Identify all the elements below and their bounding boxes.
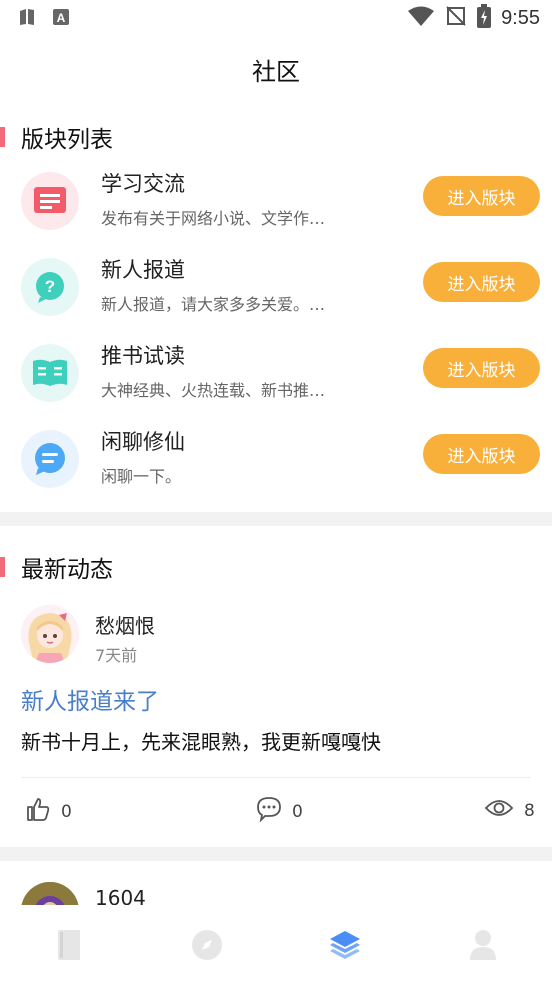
board-item-recommend[interactable]: 推书试读 大神经典、火热连载、新书推… 进入版块: [0, 340, 552, 420]
view-stat: 8: [484, 796, 535, 825]
no-signal-icon: [445, 5, 467, 31]
post-username[interactable]: 愁烟恨: [95, 610, 155, 639]
status-bar: A 9:55: [0, 0, 552, 36]
board-desc: 发布有关于网络小说、文学作…: [101, 209, 326, 228]
battery-charging-icon: [477, 4, 492, 32]
svg-text:A: A: [57, 11, 66, 25]
enter-board-button[interactable]: 进入版块: [423, 434, 540, 474]
like-stat[interactable]: 0: [25, 796, 72, 827]
section-accent-bar: [0, 127, 5, 147]
boards-section-header: 版块列表: [0, 122, 113, 153]
comment-stat[interactable]: 0: [256, 796, 303, 827]
bookshelf-icon[interactable]: [51, 927, 87, 963]
feed-section-header: 最新动态: [0, 552, 113, 583]
status-time: 9:55: [501, 6, 540, 29]
comment-count: 0: [292, 801, 303, 822]
board-item-newcomer[interactable]: ? 新人报道 新人报道，请大家多多关爱。… 进入版块: [0, 254, 552, 334]
profile-icon[interactable]: [465, 927, 501, 963]
post-title[interactable]: 新人报道来了: [21, 682, 159, 716]
eye-icon: [484, 796, 514, 825]
like-count: 0: [61, 801, 72, 822]
note-icon: [21, 172, 79, 230]
thumbs-up-icon[interactable]: [25, 796, 51, 827]
section-divider: [0, 512, 552, 526]
board-name: 学习交流: [101, 172, 185, 196]
svg-text:?: ?: [45, 277, 55, 296]
sim-icon: [18, 8, 36, 30]
post-body[interactable]: 新书十月上，先来混眼熟，我更新嘎嘎快: [21, 726, 381, 755]
board-desc: 闲聊一下。: [101, 467, 182, 486]
community-icon[interactable]: [327, 927, 363, 963]
section-accent-bar: [0, 557, 5, 577]
post-time: 7天前: [95, 646, 138, 665]
enter-board-button[interactable]: 进入版块: [423, 176, 540, 216]
board-desc: 新人报道，请大家多多关爱。…: [101, 295, 326, 314]
view-count: 8: [524, 800, 535, 821]
board-item-chat[interactable]: 闲聊修仙 闲聊一下。 进入版块: [0, 426, 552, 506]
notification-a-icon: A: [52, 8, 70, 30]
boards-section-title: 版块列表: [21, 127, 113, 153]
page-title: 社区: [252, 58, 300, 86]
question-icon: ?: [21, 258, 79, 316]
chat-icon: [21, 430, 79, 488]
board-name: 新人报道: [101, 258, 185, 282]
book-icon: [21, 344, 79, 402]
board-name: 闲聊修仙: [101, 430, 185, 454]
post-separator: [21, 777, 531, 778]
board-desc: 大神经典、火热连载、新书推…: [101, 381, 326, 400]
avatar[interactable]: [21, 605, 79, 663]
discover-icon[interactable]: [189, 927, 225, 963]
board-name: 推书试读: [101, 344, 185, 368]
board-item-study[interactable]: 学习交流 发布有关于网络小说、文学作… 进入版块: [0, 168, 552, 248]
wifi-icon: [407, 5, 435, 31]
post-divider: [0, 847, 552, 861]
bottom-nav: [0, 905, 552, 983]
comment-icon[interactable]: [256, 796, 282, 827]
enter-board-button[interactable]: 进入版块: [423, 348, 540, 388]
enter-board-button[interactable]: 进入版块: [423, 262, 540, 302]
feed-section-title: 最新动态: [21, 557, 113, 583]
